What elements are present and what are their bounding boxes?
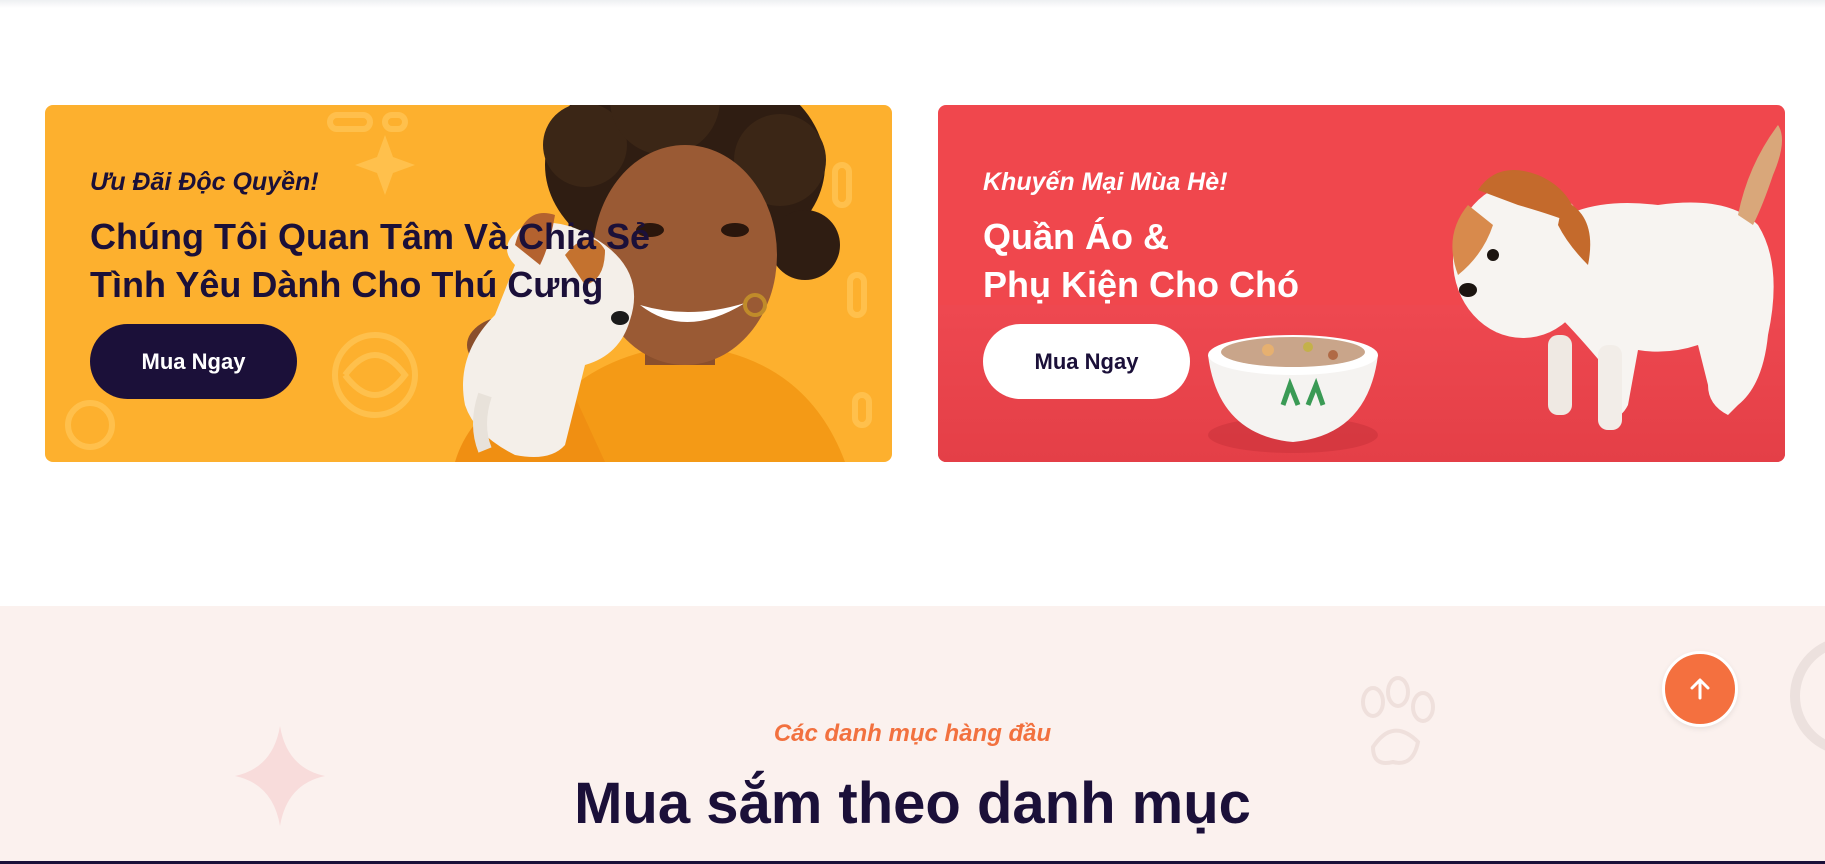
banner-title-line: Tình Yêu Dành Cho Thú Cưng xyxy=(90,264,604,305)
promo-banner-summer[interactable]: Khuyến Mại Mùa Hè! Quần Áo & Phụ Kiện Ch… xyxy=(938,105,1785,462)
banner-title-line: Phụ Kiện Cho Chó xyxy=(983,264,1299,305)
scroll-to-top-button[interactable] xyxy=(1662,651,1738,727)
promo-banners: Ưu Đãi Độc Quyền! Chúng Tôi Quan Tâm Và … xyxy=(45,105,1785,462)
shop-now-button[interactable]: Mua Ngay xyxy=(90,324,297,399)
promo-banner-exclusive[interactable]: Ưu Đãi Độc Quyền! Chúng Tôi Quan Tâm Và … xyxy=(45,105,892,462)
banner-title-line: Chúng Tôi Quan Tâm Và Chia Sẻ xyxy=(90,216,651,257)
banner-subtitle: Ưu Đãi Độc Quyền! xyxy=(90,168,319,196)
categories-section: Các danh mục hàng đầu Mua sắm theo danh … xyxy=(0,606,1825,864)
banner-subtitle: Khuyến Mại Mùa Hè! xyxy=(983,168,1228,196)
shop-now-button[interactable]: Mua Ngay xyxy=(983,324,1190,399)
section-eyebrow: Các danh mục hàng đầu xyxy=(773,720,1052,747)
arrow-up-icon xyxy=(1690,678,1710,700)
banner-title: Chúng Tôi Quan Tâm Và Chia Sẻ Tình Yêu D… xyxy=(90,213,730,309)
banner-title: Quần Áo & Phụ Kiện Cho Chó xyxy=(983,213,1543,309)
section-title: Mua sắm theo danh mục xyxy=(574,771,1251,836)
header-shadow xyxy=(0,0,1825,8)
page: Ưu Đãi Độc Quyền! Chúng Tôi Quan Tâm Và … xyxy=(0,0,1825,864)
banner-title-line: Quần Áo & xyxy=(983,216,1169,257)
